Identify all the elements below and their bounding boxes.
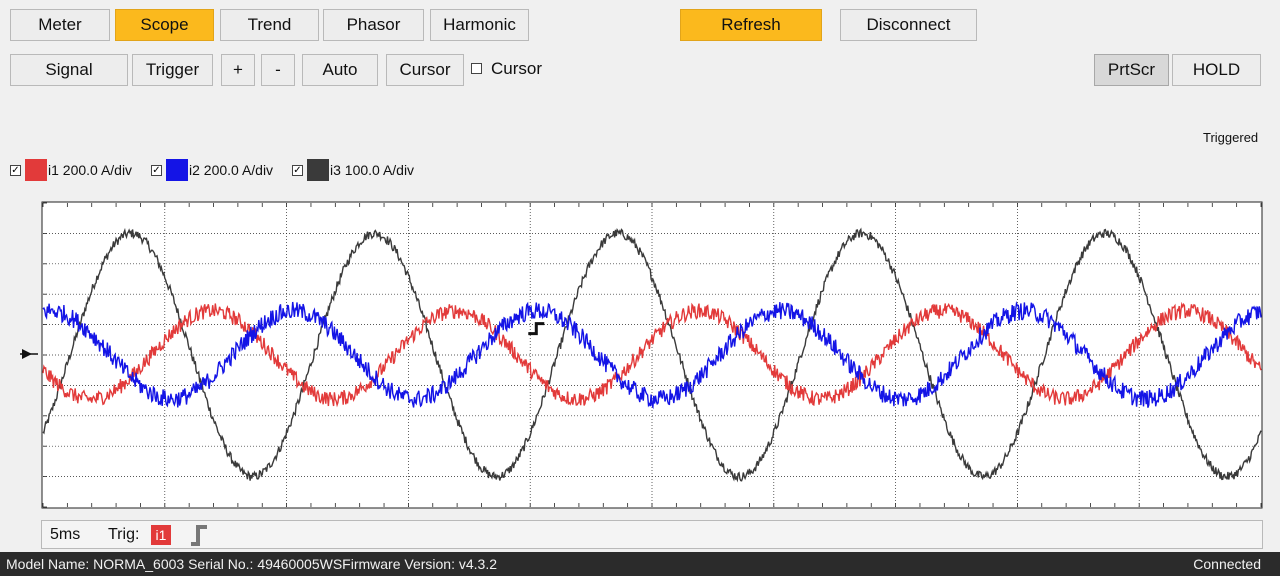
channel-2-label: i2 200.0 A/div: [189, 162, 274, 178]
cursor-checkbox-label: Cursor: [491, 59, 543, 78]
tab-scope[interactable]: Scope: [115, 9, 214, 41]
channel-1-checkbox[interactable]: ✓: [10, 165, 21, 176]
hold-button[interactable]: HOLD: [1172, 54, 1261, 86]
tab-meter[interactable]: Meter: [10, 9, 110, 41]
scope-waveform-chart[interactable]: [40, 200, 1264, 510]
channel-1-label: i1 200.0 A/div: [48, 162, 133, 178]
rising-edge-icon[interactable]: [188, 523, 210, 547]
connection-status: Connected: [1193, 556, 1261, 572]
channel-3-swatch: [307, 159, 329, 181]
channel-2-checkbox[interactable]: ✓: [151, 165, 162, 176]
channel-2-swatch: [166, 159, 188, 181]
zoom-in-button[interactable]: +: [221, 54, 255, 86]
channel-1-swatch: [25, 159, 47, 181]
channel-3-label: i3 100.0 A/div: [330, 162, 415, 178]
trig-channel-badge[interactable]: i1: [151, 525, 171, 545]
prtscr-button[interactable]: PrtScr: [1094, 54, 1169, 86]
cursor-checkbox[interactable]: [471, 63, 482, 74]
refresh-button[interactable]: Refresh: [680, 9, 822, 41]
device-info: Model Name: NORMA_6003 Serial No.: 49460…: [6, 556, 497, 572]
tab-trend[interactable]: Trend: [220, 9, 319, 41]
scope-footer: 5ms Trig: i1: [41, 520, 1263, 549]
status-bar: Model Name: NORMA_6003 Serial No.: 49460…: [0, 552, 1280, 576]
auto-button[interactable]: Auto: [302, 54, 378, 86]
tab-phasor[interactable]: Phasor: [323, 9, 424, 41]
trigger-button[interactable]: Trigger: [132, 54, 213, 86]
ground-marker-icon: [20, 349, 38, 359]
tab-harmonic[interactable]: Harmonic: [430, 9, 529, 41]
trigger-status: Triggered: [1203, 130, 1259, 145]
cursor-button[interactable]: Cursor: [386, 54, 464, 86]
channel-3-checkbox[interactable]: ✓: [292, 165, 303, 176]
signal-button[interactable]: Signal: [10, 54, 128, 86]
disconnect-button[interactable]: Disconnect: [840, 9, 977, 41]
zoom-out-button[interactable]: -: [261, 54, 295, 86]
timebase-value: 5ms: [50, 526, 81, 543]
trig-label: Trig:: [108, 526, 140, 543]
